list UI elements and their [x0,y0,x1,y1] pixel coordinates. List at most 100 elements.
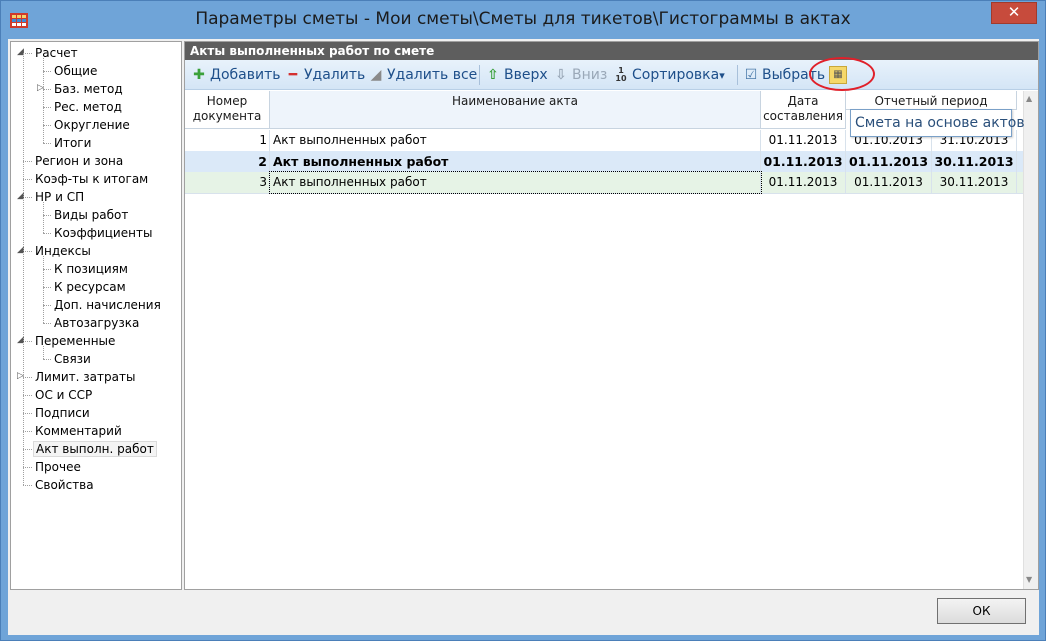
col-header-name[interactable]: Наименование акта [270,91,761,129]
tree-connector [43,287,51,288]
highlight-circle [809,57,875,91]
ok-button[interactable]: ОК [937,598,1026,624]
cell-number[interactable]: 2 [185,151,270,172]
tree-item[interactable]: К позициям [52,260,130,278]
tree-item[interactable]: Автозагрузка [52,314,141,332]
tree-item-label: ОС и ССР [35,388,93,402]
cell-name[interactable]: Акт выполненных работ [270,151,761,172]
tree-item[interactable]: Индексы [33,242,93,260]
title-bar[interactable]: Параметры сметы - Мои сметы\Сметы для ти… [1,1,1045,39]
table-row[interactable]: 2 Акт выполненных работ 01.11.2013 01.11.20… [185,151,1023,173]
col-header-period[interactable]: Отчетный период [846,91,1017,110]
tree-item-label: Доп. начисления [54,298,161,312]
tree-item-label: Акт выполн. работ [33,441,157,457]
tree-item-label: Индексы [35,244,91,258]
toolbar-separator [737,65,738,85]
plus-icon: ✚ [193,67,205,83]
panel-header: Акты выполненных работ по смете [185,42,1038,60]
tree-connector [43,269,51,270]
tree-connector [23,395,32,396]
dialog-window: Параметры сметы - Мои сметы\Сметы для ти… [0,0,1046,641]
add-button[interactable]: ✚ Добавить [191,66,280,84]
tree-item[interactable]: НР и СП [33,188,86,206]
tree-item[interactable]: ОС и ССР [33,386,94,404]
tree-connector [23,341,32,342]
cell-name[interactable]: Акт выполненных работ [270,130,761,151]
tree-item[interactable]: Доп. начисления [52,296,163,314]
tree-item-label: Округление [54,118,130,132]
delete-button[interactable]: ━ Удалить [285,66,365,84]
main-panel: Акты выполненных работ по смете ✚ Добавит… [184,41,1039,590]
tree-item[interactable]: Итоги [52,134,93,152]
tree-item-label: Комментарий [35,424,122,438]
col-header-date[interactable]: Дата составления [761,91,846,129]
scroll-up-icon[interactable]: ▲ [1026,94,1032,103]
tree-item-label: НР и СП [35,190,85,204]
tree-item[interactable]: Коэф-ты к итогам [33,170,150,188]
cell-number[interactable]: 3 [185,172,270,193]
tree-item-label: Коэф-ты к итогам [35,172,149,186]
sort-numeric-icon: 1 10 [615,66,627,83]
tree-item[interactable]: Связи [52,350,93,368]
delete-all-button[interactable]: ◢ Удалить все [368,66,478,84]
toolbar: ✚ Добавить ━ Удалить ◢ Удалить все ⇧ Вверх ⇩… [185,60,1038,90]
tree-item-label: Подписи [35,406,90,420]
tree-item[interactable]: Подписи [33,404,92,422]
cell-date[interactable]: 01.11.2013 [761,172,846,193]
tree-item-label: Регион и зона [35,154,124,168]
settings-tree[interactable]: Расчет ◢ Общие Баз. метод ▷ Рес. метод Округле… [10,41,182,590]
tree-item[interactable]: Расчет [33,44,80,62]
tree-item-label: Лимит. затраты [35,370,136,384]
cell-name[interactable]: Акт выполненных работ [269,171,762,194]
tree-connector [43,215,51,216]
tree-connector [23,179,32,180]
move-down-button[interactable]: ⇩ Вниз [553,66,607,84]
tooltip: Смета на основе актов [850,109,1025,137]
tree-item-label: К ресурсам [54,280,126,294]
tree-item-label: Рес. метод [54,100,122,114]
tree-item[interactable]: Комментарий [33,422,124,440]
acts-grid: Номер документа Наименование акта Дата с… [185,91,1023,589]
tree-item[interactable]: Прочее [33,458,83,476]
tree-item-label: Баз. метод [54,82,123,96]
close-button[interactable]: ✕ [991,2,1037,24]
tree-item[interactable]: Регион и зона [33,152,125,170]
tree-item-label: Свойства [35,478,94,492]
tree-item-label: Переменные [35,334,116,348]
cell-date[interactable]: 01.11.2013 [761,130,846,151]
tree-connector [43,359,51,360]
tree-item-label: Коэффициенты [54,226,153,240]
tree-item[interactable]: Общие [52,62,99,80]
cell-period-from[interactable]: 01.11.2013 [846,172,932,193]
tree-item[interactable]: Рес. метод [52,98,124,116]
move-up-button[interactable]: ⇧ Вверх [485,66,548,84]
tree-item[interactable]: Баз. метод [52,80,125,98]
cell-number[interactable]: 1 [185,130,270,151]
cell-period-to[interactable]: 30.11.2013 [932,172,1017,193]
tree-item[interactable]: Свойства [33,476,96,494]
cell-period-to[interactable]: 30.11.2013 [932,151,1017,172]
cell-date[interactable]: 01.11.2013 [761,151,846,172]
tree-item[interactable]: Лимит. затраты [33,368,137,386]
tree-item-label: Виды работ [54,208,129,222]
tree-item-label: Автозагрузка [54,316,140,330]
vertical-scrollbar[interactable]: ▲ ▼ [1023,91,1038,589]
tree-connector [23,377,32,378]
sort-button[interactable]: 1 10 Сортировка▾ [613,66,724,84]
table-row[interactable]: 3 Акт выполненных работ 01.11.2013 01.11.20… [185,171,1023,194]
tree-item-label: Прочее [35,460,81,474]
tree-item-label: Связи [54,352,91,366]
tree-item[interactable]: Переменные [33,332,117,350]
tree-item[interactable]: Коэффициенты [52,224,154,242]
tree-connector [43,125,51,126]
tree-item-label: Общие [54,64,98,78]
tree-item[interactable]: Виды работ [52,206,130,224]
tree-connector [23,449,32,450]
tree-item[interactable]: К ресурсам [52,278,128,296]
scroll-down-icon[interactable]: ▼ [1026,575,1032,584]
col-header-number[interactable]: Номер документа [185,91,270,129]
window-title: Параметры сметы - Мои сметы\Сметы для ти… [195,9,851,29]
tree-item[interactable]: Округление [52,116,132,134]
cell-period-from[interactable]: 01.11.2013 [846,151,932,172]
tree-item[interactable]: Акт выполн. работ [33,440,157,458]
